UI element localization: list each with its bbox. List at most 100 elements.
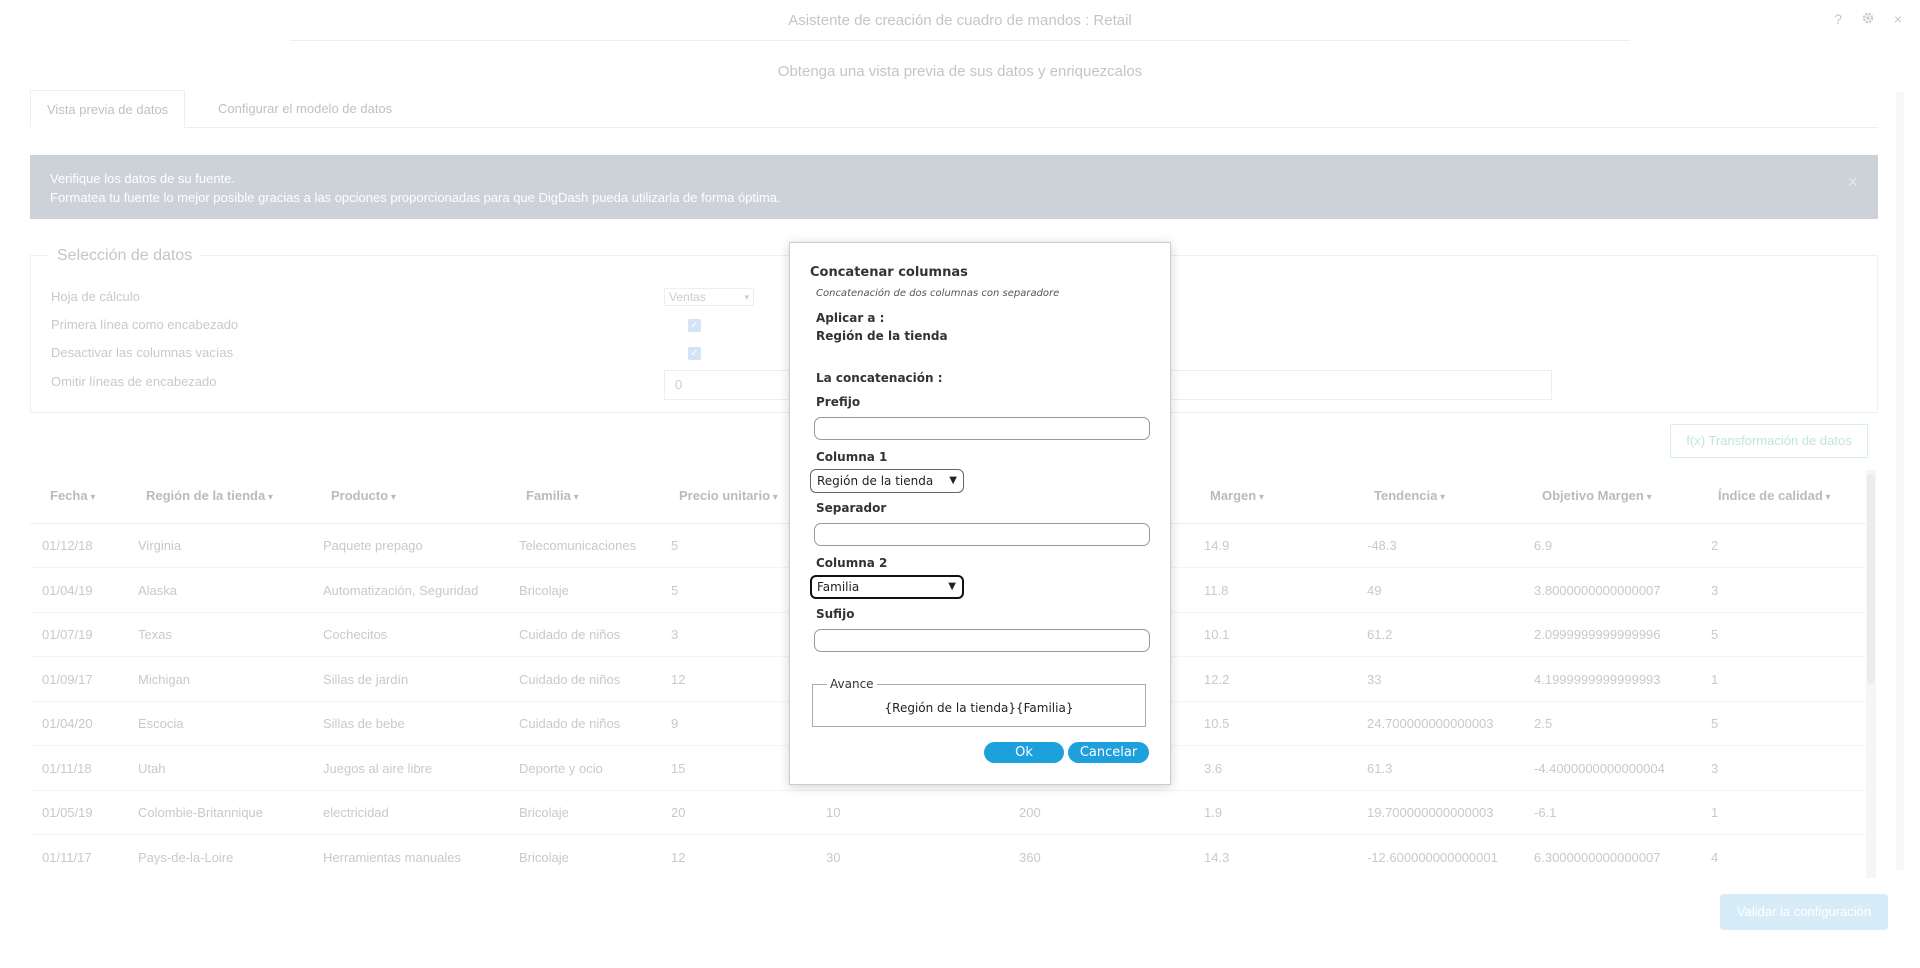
table-cell-fecha: 01/04/20 [42, 716, 93, 731]
table-scroll-thumb[interactable] [1867, 474, 1875, 684]
table-cell-indice: 3 [1711, 760, 1719, 776]
column1-select[interactable]: Región de la tienda ▼ [810, 469, 964, 493]
info-alert: Verifique los datos de su fuente. Format… [30, 155, 1878, 219]
table-cell-indice: 1 [1711, 671, 1719, 687]
tab-configure-model[interactable]: Configurar el modelo de datos [202, 90, 408, 128]
data-transform-button[interactable]: f(x) Transformación de datos [1670, 424, 1868, 458]
validate-config-button[interactable]: Validar la configuración [1720, 894, 1888, 930]
column1-select-value: Región de la tienda [817, 474, 934, 488]
table-cell-indice: 1 [1711, 805, 1719, 820]
table-cell-indice: 2 [1711, 538, 1719, 553]
table-cell-familia: Cuidado de niños [519, 671, 621, 687]
table-cell-region: Texas [138, 627, 172, 642]
tab-bar: Vista previa de datos Configurar el mode… [30, 90, 1878, 128]
table-cell-objetivo: -6.1 [1534, 805, 1557, 820]
sheet-label: Hoja de cálculo [51, 289, 140, 304]
help-icon[interactable]: ? [1830, 11, 1846, 27]
table-cell-familia: Cuidado de niños [519, 716, 621, 731]
info-line-1: Verifique los datos de su fuente. [50, 171, 236, 186]
preview-fieldset: Avance {Región de la tienda}{Familia} [812, 677, 1146, 727]
table-cell-precio: 12 [671, 849, 686, 865]
table-cell-fecha: 01/09/17 [42, 671, 93, 687]
table-scrollbar[interactable] [1866, 470, 1876, 878]
table-cell-producto: Juegos al aire libre [323, 760, 433, 776]
table-cell-indice: 5 [1711, 716, 1719, 731]
concat-columns-dialog: Concatenar columnas Concatenación de dos… [789, 242, 1171, 785]
title-bar: Asistente de creación de cuadro de mando… [0, 0, 1920, 40]
table-cell-region: Michigan [138, 671, 191, 687]
table-cell-producto: electricidad [323, 805, 389, 820]
table-cell-producto: Sillas de jardín [323, 671, 409, 687]
table-cell-fecha: 01/11/18 [42, 760, 92, 776]
table-cell-fecha: 01/04/19 [42, 582, 93, 598]
table-cell-familia: Deporte y ocio [519, 760, 603, 776]
table-cell-familia: Cuidado de niños [519, 627, 621, 642]
first-line-checkbox[interactable]: ✓ [688, 319, 701, 332]
cancel-button[interactable]: Cancelar [1068, 742, 1149, 763]
table-cell-precio: 5 [671, 538, 679, 553]
separator-label: Separador [816, 501, 887, 515]
tab-data-preview[interactable]: Vista previa de datos [30, 90, 186, 128]
table-cell-objetivo: 4.1999999999999993 [1534, 671, 1661, 687]
column2-select[interactable]: Familia ▼ [810, 575, 964, 599]
sheet-select[interactable]: Ventas ▾ [664, 288, 754, 306]
info-close-icon[interactable]: × [1847, 173, 1858, 192]
skip-lines-label: Omitir líneas de encabezado [51, 374, 217, 389]
gear-icon[interactable] [1860, 11, 1876, 27]
table-cell-c7: 360 [1019, 849, 1041, 865]
info-line-2: Formatea tu fuente lo mejor posible grac… [50, 190, 781, 205]
table-cell-indice: 5 [1711, 627, 1719, 642]
column-header-tendencia[interactable]: Tendencia [1374, 488, 1445, 503]
apply-to-value: Región de la tienda [816, 329, 948, 343]
table-cell-familia: Bricolaje [519, 849, 569, 865]
ok-button[interactable]: Ok [984, 742, 1064, 763]
table-cell-margen: 1.9 [1204, 805, 1223, 820]
table-cell-tendencia: 24.700000000000003 [1367, 716, 1494, 731]
column-header-objetivo[interactable]: Objetivo Margen [1542, 488, 1652, 503]
close-icon[interactable]: × [1890, 11, 1906, 27]
table-cell-precio: 5 [671, 582, 679, 598]
chevron-down-icon: ▼ [949, 475, 957, 486]
table-cell-region: Virginia [138, 538, 182, 553]
separator-input[interactable] [814, 523, 1150, 546]
table-row[interactable]: 01/11/17 Pays-de-la-Loire Herramientas man… [30, 836, 1870, 879]
table-cell-region: Utah [138, 760, 166, 776]
table-cell-familia: Bricolaje [519, 805, 569, 820]
table-cell-tendencia: 33 [1367, 671, 1382, 687]
table-cell-region: Pays-de-la-Loire [138, 849, 234, 865]
table-cell-objetivo: 3.8000000000000007 [1534, 582, 1661, 598]
column-header-region[interactable]: Región de la tienda [146, 488, 273, 503]
column-header-familia[interactable]: Familia [526, 488, 579, 503]
first-line-label: Primera línea como encabezado [51, 317, 239, 332]
column-header-fecha[interactable]: Fecha [50, 488, 95, 503]
table-cell-tendencia: 61.3 [1367, 760, 1393, 776]
column-header-producto[interactable]: Producto [331, 488, 396, 503]
column-header-margen[interactable]: Margen [1210, 488, 1264, 503]
table-cell-region: Escocia [138, 716, 184, 731]
title-divider [290, 40, 1630, 41]
prefix-input[interactable] [814, 417, 1150, 440]
table-cell-tendencia: -48.3 [1367, 538, 1397, 553]
table-cell-tendencia: 61.2 [1367, 627, 1393, 642]
chevron-down-icon: ▼ [948, 581, 956, 592]
page-scrollbar[interactable] [1896, 92, 1904, 870]
table-cell-region: Alaska [138, 582, 178, 598]
disable-empty-checkbox[interactable]: ✓ [688, 347, 701, 360]
table-cell-c6: 10 [826, 805, 841, 820]
window-title: Asistente de creación de cuadro de mando… [788, 12, 1132, 29]
table-cell-fecha: 01/05/19 [42, 805, 93, 820]
table-row[interactable]: 01/05/19 Colombie-Britannique electricidad… [30, 791, 1870, 835]
suffix-input[interactable] [814, 629, 1150, 652]
column-header-precio[interactable]: Precio unitario [679, 488, 778, 503]
window-controls: ? × [1830, 11, 1906, 27]
table-cell-tendencia: 19.700000000000003 [1367, 805, 1494, 820]
table-cell-producto: Sillas de bebe [323, 716, 405, 731]
table-cell-producto: Herramientas manuales [323, 849, 462, 865]
table-cell-objetivo: 2.0999999999999996 [1534, 627, 1661, 642]
dialog-subtitle: Concatenación de dos columnas con separa… [816, 288, 1060, 299]
preview-value: {Región de la tienda}{Familia} [884, 701, 1074, 715]
prefix-label: Prefijo [816, 395, 861, 409]
table-cell-precio: 15 [671, 760, 686, 776]
column-header-indice[interactable]: Índice de calidad [1718, 488, 1831, 503]
table-cell-margen: 10.5 [1204, 716, 1230, 731]
